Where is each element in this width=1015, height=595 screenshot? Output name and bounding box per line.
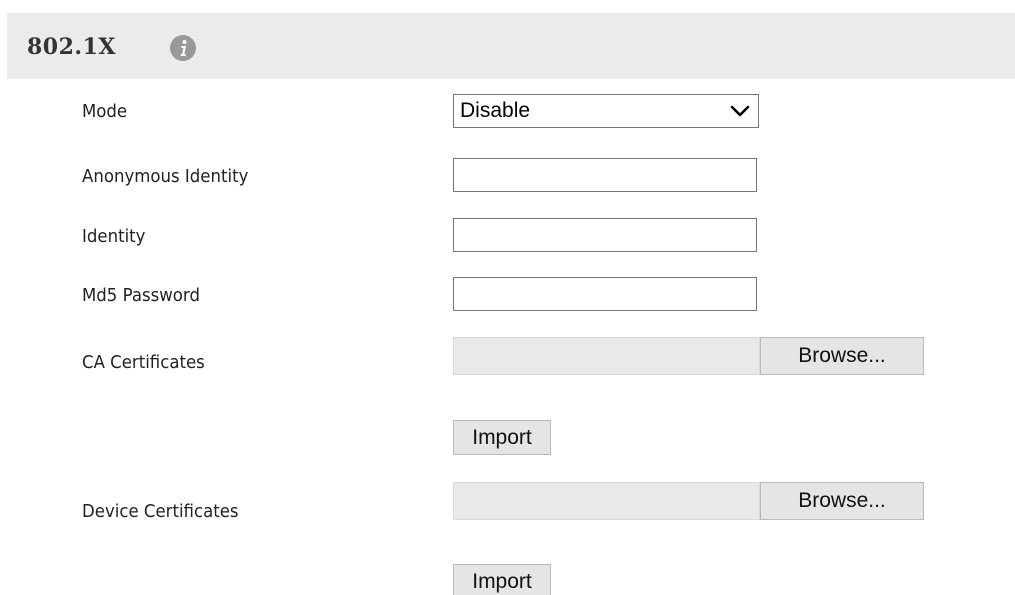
md5-password-label: Md5 Password [82, 285, 200, 306]
info-icon[interactable] [170, 35, 196, 61]
chevron-down-icon [729, 101, 751, 121]
section-header: 802.1X [7, 13, 1015, 79]
identity-field[interactable] [453, 218, 757, 252]
ca-certificates-label: CA Certificates [82, 352, 205, 373]
identity-label: Identity [82, 226, 146, 247]
ca-certificates-file-field[interactable] [453, 337, 760, 375]
mode-label: Mode [82, 101, 128, 122]
device-certificates-label: Device Certificates [82, 501, 239, 522]
mode-select-value: Disable [460, 99, 531, 122]
ca-certificates-import-button[interactable]: Import [453, 420, 551, 455]
device-certificates-file-field[interactable] [453, 482, 760, 520]
device-certificates-import-button[interactable]: Import [453, 564, 551, 595]
anonymous-identity-label: Anonymous Identity [82, 166, 249, 187]
ca-certificates-browse-button[interactable]: Browse... [760, 337, 924, 375]
md5-password-field[interactable] [453, 277, 757, 311]
device-certificates-browse-button[interactable]: Browse... [760, 482, 924, 520]
anonymous-identity-field[interactable] [453, 158, 757, 192]
section-title: 802.1X [27, 34, 116, 60]
mode-select[interactable]: Disable [453, 94, 759, 128]
page-8021x-settings: 802.1X Mode Disable Anonymous Identity I… [0, 0, 1015, 595]
